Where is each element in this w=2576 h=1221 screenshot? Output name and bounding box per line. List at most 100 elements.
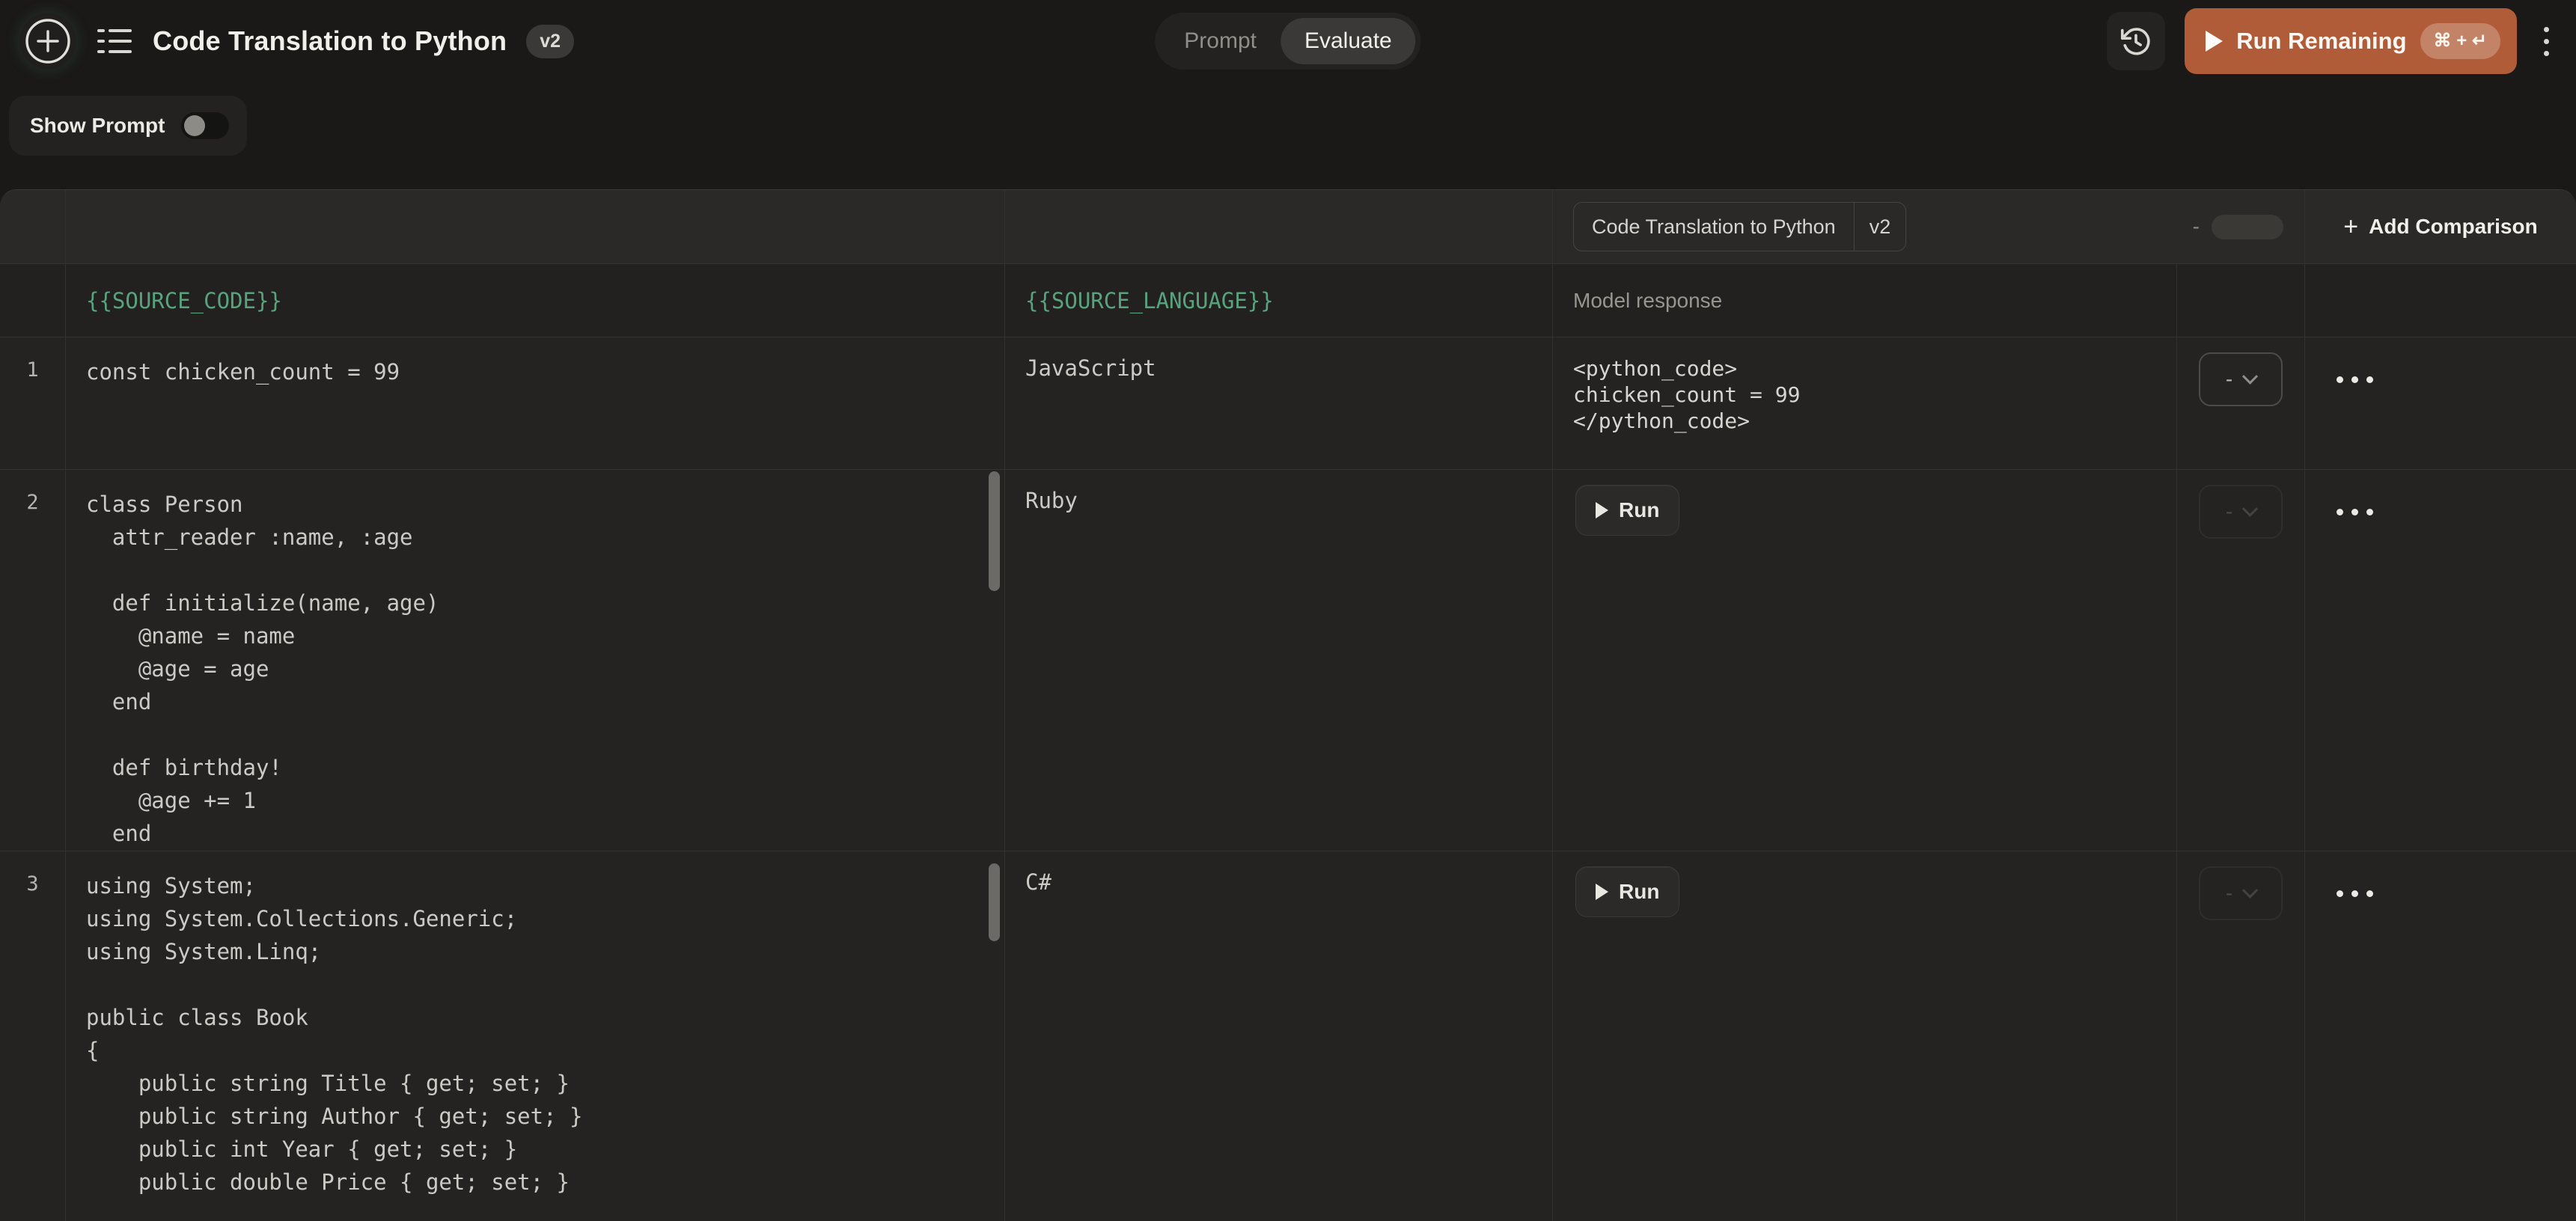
source-code-text: const chicken_count = 99	[86, 355, 986, 388]
source-code-cell[interactable]: using System; using System.Collections.G…	[66, 851, 1005, 1221]
plus-icon: +	[2343, 214, 2358, 239]
ellipsis-icon	[2337, 890, 2343, 897]
source-language-text: C#	[1025, 869, 1052, 895]
source-code-cell[interactable]: class Person attr_reader :name, :age def…	[66, 470, 1005, 851]
history-button[interactable]	[2107, 12, 2165, 70]
source-language-text: Ruby	[1025, 488, 1078, 513]
page-title: Code Translation to Python	[153, 25, 507, 57]
list-icon	[96, 25, 133, 58]
header-num-cell	[0, 190, 66, 263]
cell-scrollbar[interactable]	[989, 863, 1000, 941]
comparison-header-row: Code Translation to Python v2 - + Add Co…	[0, 190, 2576, 264]
plus-circle-icon	[23, 16, 73, 66]
source-language-cell[interactable]: JavaScript	[1005, 337, 1553, 469]
add-comparison-label: Add Comparison	[2369, 215, 2538, 239]
template-score-cell	[2177, 264, 2305, 337]
row-number: 1	[0, 337, 66, 469]
row-number: 2	[0, 470, 66, 851]
run-button[interactable]: Run	[1575, 866, 1679, 917]
model-response-header-cell: Model response	[1553, 264, 2177, 337]
header-model-cell: Code Translation to Python v2 -	[1553, 190, 2305, 263]
source-code-cell[interactable]: const chicken_count = 99	[66, 337, 1005, 469]
run-remaining-label: Run Remaining	[2236, 28, 2406, 55]
row-actions-cell	[2305, 470, 2576, 851]
keyboard-shortcut-badge: ⌘ + ↵	[2420, 23, 2500, 59]
source-code-text: class Person attr_reader :name, :age def…	[86, 488, 986, 850]
run-label: Run	[1619, 880, 1659, 904]
toggle-knob	[184, 115, 205, 136]
chevron-down-icon	[2242, 368, 2258, 384]
header-lang-cell	[1005, 190, 1553, 263]
chevron-down-icon	[2242, 882, 2258, 898]
cell-scrollbar[interactable]	[989, 471, 1000, 591]
model-response-cell: Run	[1553, 470, 2177, 851]
score-value: -	[2226, 369, 2232, 390]
show-prompt-label: Show Prompt	[30, 114, 165, 138]
score-value: -	[2226, 883, 2232, 904]
source-language-cell[interactable]: Ruby	[1005, 470, 1553, 851]
template-source-code-cell[interactable]: {{SOURCE_CODE}}	[66, 264, 1005, 337]
version-badge: v2	[526, 25, 574, 58]
top-bar-right: Run Remaining ⌘ + ↵	[2107, 8, 2557, 74]
overflow-menu-button[interactable]	[2536, 19, 2557, 64]
show-prompt-toggle[interactable]	[181, 112, 229, 139]
prompt-list-button[interactable]	[96, 25, 133, 58]
row-menu-button[interactable]	[2334, 887, 2376, 900]
model-response-cell[interactable]: <python_code> chicken_count = 99 </pytho…	[1553, 337, 2177, 469]
model-response-text: <python_code> chicken_count = 99 </pytho…	[1573, 355, 2158, 434]
row-actions-cell	[2305, 337, 2576, 469]
evaluation-table: Code Translation to Python v2 - + Add Co…	[0, 189, 2576, 1221]
play-icon	[2206, 31, 2223, 52]
top-bar-left: Code Translation to Python v2	[19, 13, 574, 70]
tab-evaluate[interactable]: Evaluate	[1281, 18, 1416, 64]
prompt-version-chip-label: Code Translation to Python	[1574, 217, 1854, 237]
template-source-language-cell[interactable]: {{SOURCE_LANGUAGE}}	[1005, 264, 1553, 337]
header-code-cell	[66, 190, 1005, 263]
tab-prompt[interactable]: Prompt	[1160, 18, 1281, 64]
row-number: 3	[0, 851, 66, 1221]
template-row: {{SOURCE_CODE}} {{SOURCE_LANGUAGE}} Mode…	[0, 264, 2576, 337]
row-actions-cell	[2305, 851, 2576, 1221]
table-row: 2 class Person attr_reader :name, :age d…	[0, 470, 2576, 851]
new-item-button[interactable]	[19, 13, 76, 70]
source-language-cell[interactable]: C#	[1005, 851, 1553, 1221]
row-menu-button[interactable]	[2334, 506, 2376, 518]
ellipsis-icon	[2337, 376, 2343, 383]
play-icon	[1596, 502, 1608, 518]
score-summary-pill	[2212, 215, 2283, 239]
play-icon	[1596, 884, 1608, 900]
toolbar-row: Show Prompt	[9, 96, 2576, 156]
row-menu-button[interactable]	[2334, 373, 2376, 386]
score-summary-dash: -	[2193, 215, 2200, 239]
source-language-text: JavaScript	[1025, 355, 1156, 381]
source-language-variable: {{SOURCE_LANGUAGE}}	[1025, 288, 1274, 313]
prompt-version-chip[interactable]: Code Translation to Python v2	[1573, 202, 1906, 251]
evaluate-page: Code Translation to Python v2 Prompt Eva…	[0, 0, 2576, 1221]
history-clock-icon	[2119, 24, 2153, 58]
prompt-version-chip-version: v2	[1855, 217, 1906, 237]
top-bar: Code Translation to Python v2 Prompt Eva…	[0, 0, 2576, 82]
table-row: 1 const chicken_count = 99 JavaScript <p…	[0, 337, 2576, 470]
run-button[interactable]: Run	[1575, 485, 1679, 536]
kebab-icon	[2544, 27, 2549, 32]
run-remaining-button[interactable]: Run Remaining ⌘ + ↵	[2185, 8, 2517, 74]
model-response-header: Model response	[1573, 289, 1722, 313]
header-score-summary: -	[2193, 215, 2283, 239]
score-dropdown-disabled: -	[2199, 485, 2283, 539]
chevron-down-icon	[2242, 501, 2258, 516]
mode-tabs: Prompt Evaluate	[1155, 13, 1420, 70]
score-dropdown-disabled: -	[2199, 866, 2283, 920]
add-comparison-button[interactable]: + Add Comparison	[2305, 190, 2576, 263]
source-code-variable: {{SOURCE_CODE}}	[86, 288, 282, 313]
score-cell: -	[2177, 337, 2305, 469]
score-cell: -	[2177, 470, 2305, 851]
score-cell: -	[2177, 851, 2305, 1221]
template-actions-cell	[2305, 264, 2576, 337]
show-prompt-control: Show Prompt	[9, 96, 247, 156]
run-label: Run	[1619, 498, 1659, 522]
table-row: 3 using System; using System.Collections…	[0, 851, 2576, 1221]
ellipsis-icon	[2337, 509, 2343, 515]
score-value: -	[2226, 501, 2232, 522]
model-response-cell: Run	[1553, 851, 2177, 1221]
score-dropdown[interactable]: -	[2199, 352, 2283, 406]
